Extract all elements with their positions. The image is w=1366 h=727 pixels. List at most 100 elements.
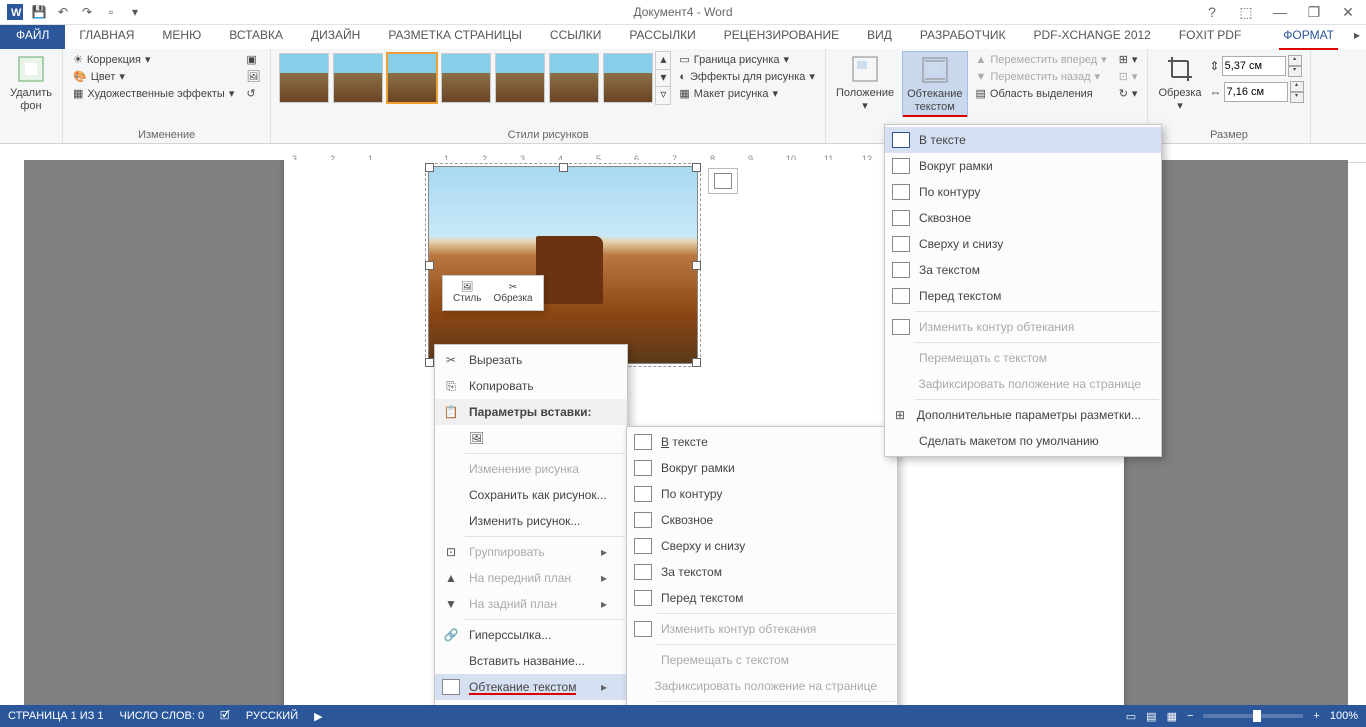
mini-style-button[interactable]: 🖼Стиль [447,280,487,306]
style-2[interactable] [333,53,383,103]
tab-references[interactable]: ССЫЛКИ [536,21,615,49]
cm-caption[interactable]: Вставить название... [435,648,627,674]
cm-hyperlink[interactable]: 🔗Гиперссылка... [435,622,627,648]
sub-behind[interactable]: За текстом [627,559,897,585]
save-icon[interactable]: 💾 [28,1,50,23]
dd-topbottom[interactable]: Сверху и снизу [885,231,1161,257]
style-gallery[interactable]: ▴ ▾ ▿ [277,51,671,105]
height-down[interactable]: ▾ [1288,66,1302,77]
status-proofing-icon[interactable]: 🗹 [220,707,230,726]
zoom-level[interactable]: 100% [1330,710,1358,722]
send-backward-button[interactable]: ▼Переместить назад ▾ [972,68,1111,85]
align-button[interactable]: ⊞▾ [1115,51,1142,68]
cm-edit-picture[interactable]: Изменить рисунок... [435,508,627,534]
dd-through[interactable]: Сквозное [885,205,1161,231]
new-doc-icon[interactable]: ▫ [100,1,122,23]
cm-save-as-picture[interactable]: Сохранить как рисунок... [435,482,627,508]
dd-front[interactable]: Перед текстом [885,283,1161,309]
position-button[interactable]: Положение▾ [832,51,898,115]
sub-topbottom[interactable]: Сверху и снизу [627,533,897,559]
status-macro-icon[interactable]: ▶ [314,710,322,723]
inserted-picture[interactable] [428,166,698,364]
tab-developer[interactable]: РАЗРАБОТЧИК [906,21,1020,49]
color-button[interactable]: 🎨Цвет ▾ [69,68,238,85]
dd-tight[interactable]: По контуру [885,179,1161,205]
picture-layout-button[interactable]: ▦Макет рисунка ▾ [675,85,819,102]
zoom-slider[interactable] [1203,714,1303,718]
gallery-down-icon[interactable]: ▾ [656,69,670,87]
word-icon[interactable]: W [4,1,26,23]
artistic-effects-button[interactable]: ▦Художественные эффекты ▾ [69,85,238,102]
dd-behind[interactable]: За текстом [885,257,1161,283]
zoom-in-icon[interactable]: + [1313,710,1319,722]
picture-effects-button[interactable]: ◐Эффекты для рисунка ▾ [675,68,819,85]
cm-cut[interactable]: ✂Вырезать [435,347,627,373]
style-1[interactable] [279,53,329,103]
vertical-ruler[interactable] [0,160,25,705]
width-input[interactable] [1224,82,1288,102]
tab-pdfx[interactable]: PDF-XChange 2012 [1019,21,1164,49]
mini-crop-button[interactable]: ✂Обрезка [487,280,538,306]
picture-border-button[interactable]: ▭Граница рисунка ▾ [675,51,819,68]
dd-default[interactable]: Сделать макетом по умолчанию [885,428,1161,454]
bring-forward-button[interactable]: ▲Переместить вперед ▾ [972,51,1111,68]
dd-more[interactable]: ⊞Дополнительные параметры разметки... [885,402,1161,428]
close-icon[interactable]: ✕ [1334,2,1362,22]
wrap-text-button[interactable]: Обтекание текстом [902,51,967,117]
tab-foxit[interactable]: Foxit PDF [1165,21,1255,49]
dd-square[interactable]: Вокруг рамки [885,153,1161,179]
layout-options-button[interactable] [708,168,738,194]
tab-design[interactable]: ДИЗАЙН [297,21,374,49]
height-input[interactable] [1222,56,1286,76]
status-words[interactable]: ЧИСЛО СЛОВ: 0 [120,710,205,722]
cm-wrap-text[interactable]: Обтекание текстом▸ [435,674,627,700]
help-icon[interactable]: ? [1198,2,1226,22]
sub-tight[interactable]: По контуру [627,481,897,507]
ribbon-options-icon[interactable]: ⬚ [1232,2,1260,22]
change-picture-button[interactable]: 🖼 [242,68,264,85]
tab-mail[interactable]: РАССЫЛКИ [615,21,709,49]
tab-review[interactable]: РЕЦЕНЗИРОВАНИЕ [710,21,853,49]
tab-home[interactable]: ГЛАВНАЯ [65,21,148,49]
crop-button[interactable]: Обрезка▾ [1154,51,1205,115]
status-page[interactable]: СТРАНИЦА 1 ИЗ 1 [8,710,104,722]
qat-more-icon[interactable]: ▾ [124,1,146,23]
selection-pane-button[interactable]: ▤Область выделения [972,85,1111,102]
style-5[interactable] [495,53,545,103]
tab-layout[interactable]: РАЗМЕТКА СТРАНИЦЫ [374,21,536,49]
height-up[interactable]: ▴ [1288,55,1302,66]
remove-background-button[interactable]: Удалить фон [6,51,56,115]
cm-paste-option[interactable]: 🖼 [435,425,627,451]
restore-icon[interactable]: ❐ [1300,2,1328,22]
view-print-icon[interactable]: ▤ [1146,710,1156,723]
style-6[interactable] [549,53,599,103]
width-up[interactable]: ▴ [1290,81,1304,92]
style-3[interactable] [387,53,437,103]
view-web-icon[interactable]: ▦ [1167,710,1177,723]
tab-view[interactable]: ВИД [853,21,906,49]
minimize-icon[interactable]: — [1266,2,1294,22]
tab-menu[interactable]: Меню [148,21,215,49]
sub-front[interactable]: Перед текстом [627,585,897,611]
zoom-out-icon[interactable]: − [1187,710,1193,722]
redo-icon[interactable]: ↷ [76,1,98,23]
sub-through[interactable]: Сквозное [627,507,897,533]
gallery-more-icon[interactable]: ▿ [656,86,670,104]
style-4[interactable] [441,53,491,103]
view-read-icon[interactable]: ▭ [1126,710,1136,723]
gallery-up-icon[interactable]: ▴ [656,52,670,69]
status-language[interactable]: РУССКИЙ [246,710,298,722]
tab-file[interactable]: ФАЙЛ [0,21,65,49]
tab-format[interactable]: ФОРМАТ [1269,21,1348,49]
sub-square[interactable]: Вокруг рамки [627,455,897,481]
width-down[interactable]: ▾ [1290,92,1304,103]
corrections-button[interactable]: ☀Коррекция ▾ [69,51,238,68]
rotate-button[interactable]: ↻▾ [1115,85,1142,102]
compress-button[interactable]: ▣ [242,51,264,68]
sub-inline[interactable]: В тексте [627,429,897,455]
dd-inline[interactable]: В тексте [885,127,1161,153]
reset-picture-button[interactable]: ↺ [242,85,264,102]
cm-copy[interactable]: ⎘Копировать [435,373,627,399]
tab-expand-icon[interactable]: ▸ [1348,21,1366,49]
style-7[interactable] [603,53,653,103]
